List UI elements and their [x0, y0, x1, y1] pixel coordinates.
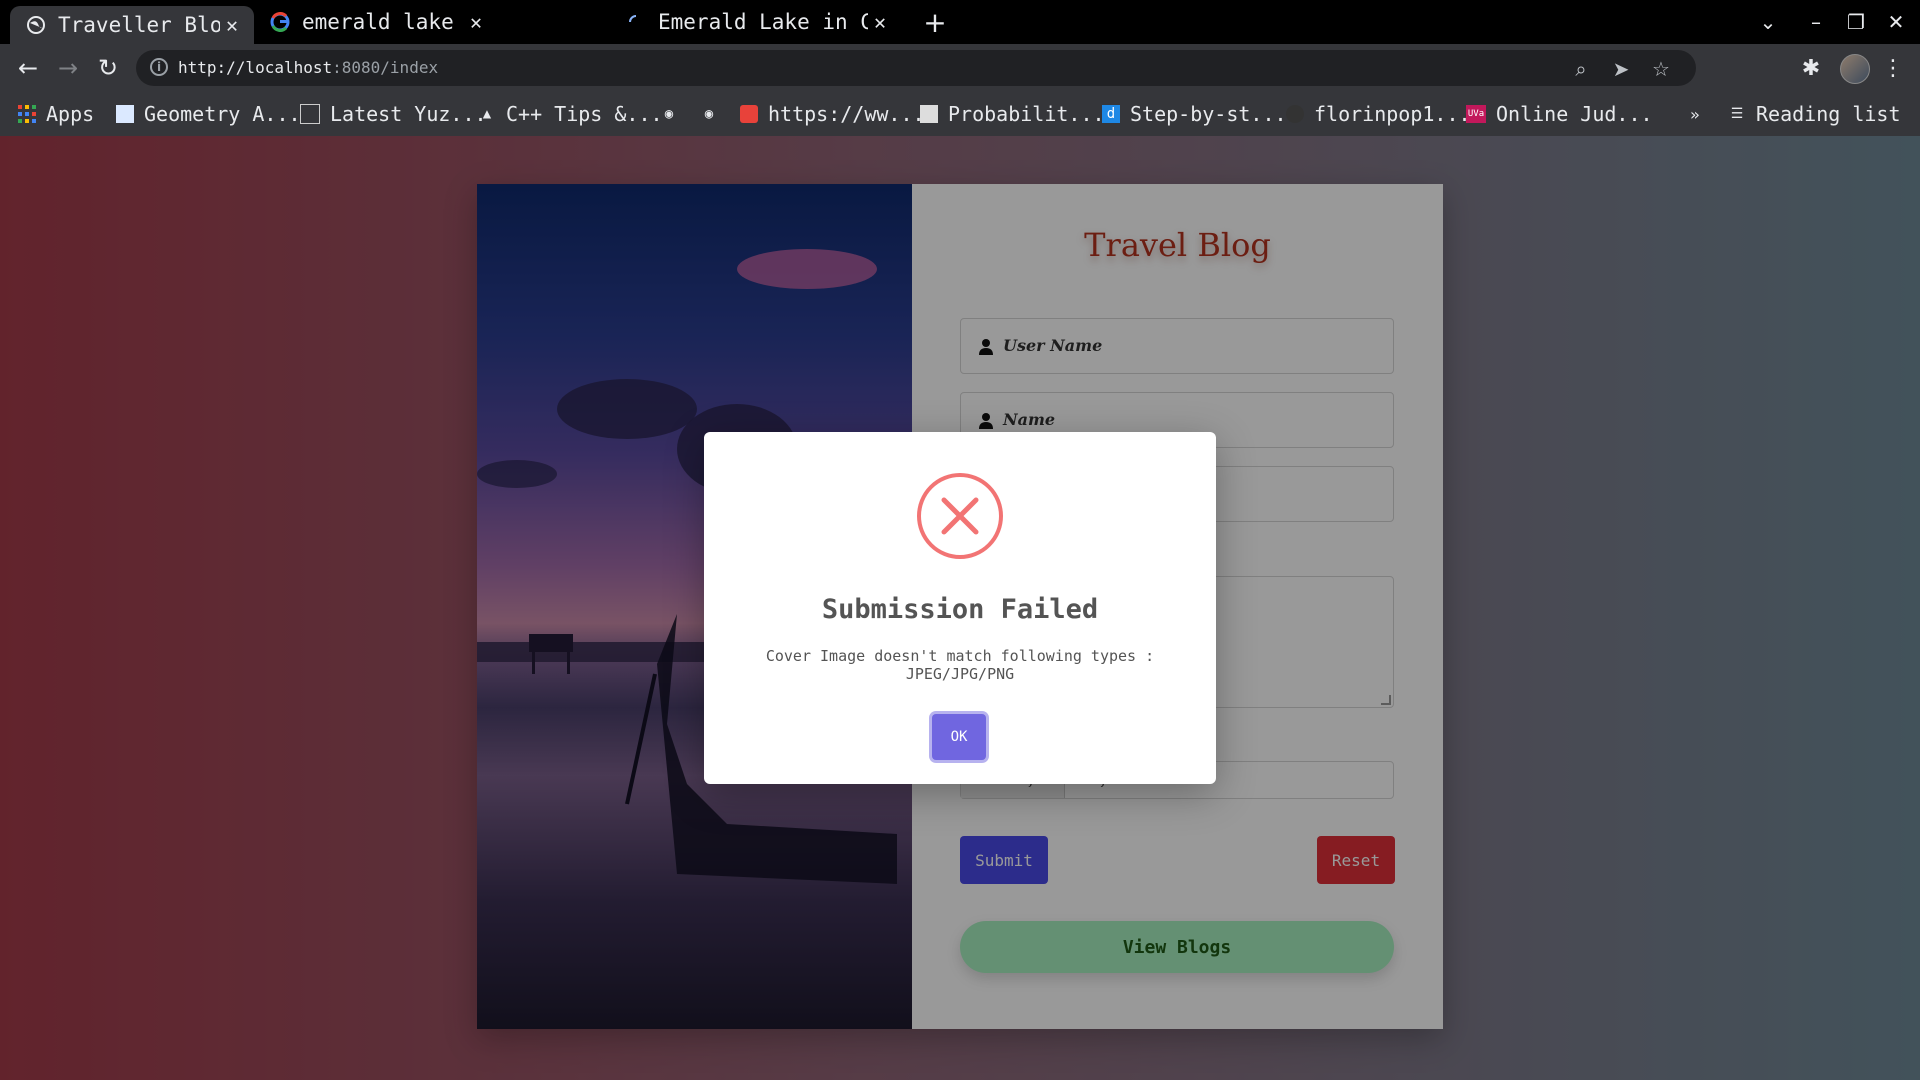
bookmark-favicon-icon: d [1102, 105, 1120, 123]
minimize-icon[interactable]: – [1796, 6, 1836, 38]
back-icon[interactable]: ← [12, 52, 44, 84]
bookmark-florinpop[interactable]: florinpop1... [1286, 100, 1471, 128]
error-dialog: Submission Failed Cover Image doesn't ma… [704, 432, 1216, 784]
bookmark-label: https://ww... [768, 102, 925, 126]
github-icon [1286, 105, 1304, 123]
google-icon [270, 12, 290, 32]
tab-traveller-blog[interactable]: Traveller Blog ✕ [10, 6, 254, 44]
close-tab-icon[interactable]: ✕ [464, 10, 488, 34]
bookmark-label: Geometry A... [144, 102, 301, 126]
bookmarks-overflow-button[interactable]: » [1690, 100, 1700, 128]
loading-icon [626, 12, 646, 32]
zoom-icon[interactable]: ⌕ [1568, 56, 1594, 82]
tab-search-icon[interactable]: ⌄ [1748, 6, 1788, 38]
bookmark-label: Apps [46, 102, 95, 126]
restore-icon[interactable]: ❐ [1836, 6, 1876, 38]
bookmark-apps[interactable]: Apps [18, 100, 94, 128]
close-window-icon[interactable]: ✕ [1876, 6, 1916, 38]
dialog-title: Submission Failed [821, 594, 1099, 625]
menu-icon[interactable]: ⋮ [1880, 56, 1906, 82]
url-text: http://localhost:8080/index [178, 58, 439, 77]
tab-title: Emerald Lake in Car [658, 10, 868, 34]
bookmark-step-by-step[interactable]: d Step-by-st... [1102, 100, 1287, 128]
tab-title: emerald lake yoho [302, 10, 464, 34]
avatar[interactable] [1840, 54, 1870, 84]
bookmark-label: Online Jud... [1496, 102, 1653, 126]
bookmark-favicon-icon [116, 105, 134, 123]
bookmark-label: Probabilit... [948, 102, 1105, 126]
close-tab-icon[interactable]: ✕ [220, 13, 244, 37]
bookmark-latest-yuz[interactable]: Latest Yuz... [300, 100, 487, 128]
ok-button[interactable]: OK [932, 714, 986, 760]
bookmark-probability[interactable]: Probabilit... [920, 100, 1105, 128]
new-tab-button[interactable]: + [918, 6, 952, 40]
bookmark-label: florinpop1... [1314, 102, 1471, 126]
reload-icon[interactable]: ↻ [92, 52, 124, 84]
bookmark-label: Step-by-st... [1130, 102, 1287, 126]
forward-icon[interactable]: → [52, 52, 84, 84]
bookmark-globe-2[interactable]: ◉ [700, 100, 728, 128]
reading-list-icon: ☰ [1730, 106, 1744, 122]
dialog-message: Cover Image doesn't match following type… [765, 647, 1155, 683]
bookmark-label: C++ Tips &... [506, 102, 663, 126]
uva-icon: UVa [1466, 105, 1486, 123]
error-x-icon [917, 473, 1003, 559]
browser-toolbar: ← → ↻ i http://localhost:8080/index ⌕ ➤ … [0, 44, 1920, 92]
bookmark-https[interactable]: https://ww... [740, 100, 925, 128]
tab-title: Traveller Blog [58, 13, 220, 37]
bookmark-star-icon[interactable]: ☆ [1648, 56, 1674, 82]
bookmark-geometry[interactable]: Geometry A... [116, 100, 301, 128]
bookmark-online-judge[interactable]: UVa Online Jud... [1466, 100, 1653, 128]
tab-emerald-lake-canada[interactable]: Emerald Lake in Car ✕ [610, 0, 902, 44]
send-icon[interactable]: ➤ [1608, 56, 1634, 82]
document-icon [920, 105, 938, 123]
close-tab-icon[interactable]: ✕ [868, 10, 892, 34]
bookmarks-bar: Apps Geometry A... Latest Yuz... ▲ C++ T… [0, 92, 1920, 136]
info-icon[interactable]: i [150, 58, 168, 76]
tab-strip: Traveller Blog ✕ emerald lake yoho ✕ Eme… [0, 0, 1920, 44]
calendar-icon [300, 104, 320, 124]
globe-icon: ◉ [704, 106, 714, 122]
bookmark-globe-1[interactable]: ◉ [660, 100, 688, 128]
extensions-icon[interactable]: ✱ [1798, 56, 1824, 82]
reading-list-button[interactable]: ☰ Reading list [1728, 100, 1901, 128]
cpp-icon: ▲ [482, 106, 492, 122]
tab-emerald-lake-yoho[interactable]: emerald lake yoho ✕ [254, 0, 498, 44]
reading-list-label: Reading list [1756, 102, 1901, 126]
bookmark-cpp-tips[interactable]: ▲ C++ Tips &... [478, 100, 663, 128]
bookmark-favicon-icon [740, 105, 758, 123]
globe-icon: ◉ [664, 106, 674, 122]
globe-icon [26, 15, 46, 35]
apps-grid-icon [18, 105, 36, 123]
bookmark-label: Latest Yuz... [330, 102, 487, 126]
address-bar[interactable]: i http://localhost:8080/index ⌕ ➤ ☆ [136, 50, 1696, 86]
